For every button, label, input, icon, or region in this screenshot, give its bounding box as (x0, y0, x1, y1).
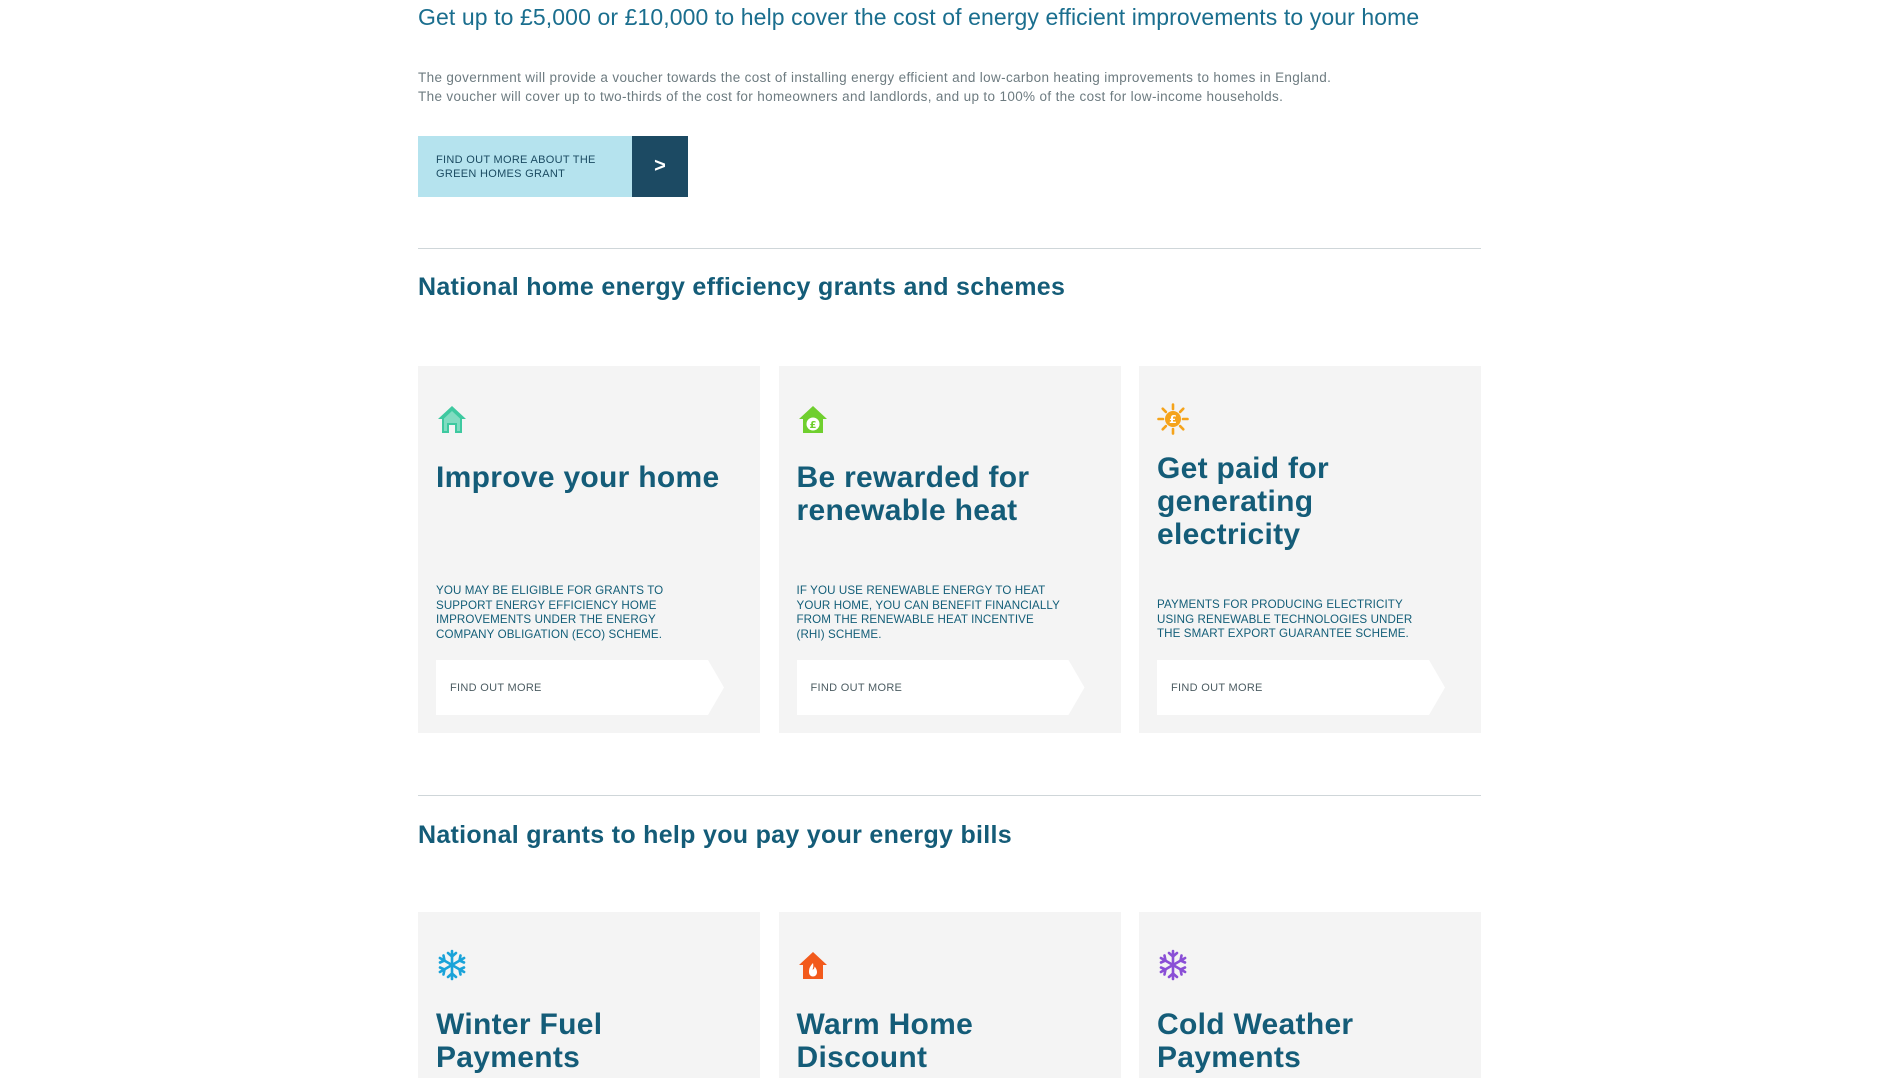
sun-pound-icon: £ (1157, 403, 1189, 435)
section-title-efficiency: National home energy efficiency grants a… (418, 273, 1066, 301)
find-out-more-button[interactable]: FIND OUT MORE (1157, 660, 1445, 715)
house-icon (436, 403, 468, 435)
snowflake-icon (1157, 949, 1189, 981)
intro-text: The government will provide a voucher to… (418, 68, 1481, 106)
card-winter-fuel: Winter Fuel Payments (418, 912, 760, 1078)
find-out-more-button[interactable]: FIND OUT MORE (796, 660, 1085, 715)
find-out-more-button[interactable]: FIND OUT MORE (436, 660, 724, 715)
card-title: Warm Home Discount (796, 1008, 974, 1074)
intro-text-line: The voucher will cover up to two-thirds … (418, 89, 1284, 104)
divider (418, 795, 1481, 796)
card-text: PAYMENTS FOR PRODUCING ELECTRICITY USING… (1157, 598, 1413, 640)
efficiency-cards: Improve your home YOU MAY BE ELIGIBLE FO… (418, 366, 1481, 733)
card-generating-electricity: £ Get paid for generating electricity PA… (1139, 366, 1481, 733)
card-title: Be rewarded for renewable heat (796, 461, 1030, 527)
card-title: Improve your home (436, 461, 720, 494)
bills-cards: Winter Fuel Payments Warm Home Discount (418, 912, 1481, 1078)
card-text: IF YOU USE RENEWABLE ENERGY TO HEAT YOUR… (796, 584, 1060, 641)
divider (418, 248, 1481, 249)
card-text: YOU MAY BE ELIGIBLE FOR GRANTS TO SUPPOR… (436, 584, 664, 641)
card-title: Get paid for generating electricity (1157, 452, 1329, 551)
card-cold-weather: Cold Weather Payments (1139, 912, 1481, 1078)
svg-text:£: £ (809, 420, 816, 431)
house-flame-icon (797, 949, 829, 981)
svg-text:£: £ (1169, 413, 1177, 426)
card-title: Winter Fuel Payments (436, 1008, 603, 1074)
chevron-right-icon: > (632, 136, 688, 197)
card-title: Cold Weather Payments (1157, 1008, 1354, 1074)
section-title-bills: National grants to help you pay your ene… (418, 821, 1012, 849)
snowflake-icon (436, 949, 468, 981)
green-homes-grant-button[interactable]: FIND OUT MORE ABOUT THE GREEN HOMES GRAN… (418, 136, 688, 197)
intro-title: Get up to £5,000 or £10,000 to help cove… (418, 4, 1420, 30)
cta-label: FIND OUT MORE ABOUT THE GREEN HOMES GRAN… (418, 136, 632, 197)
house-pound-icon: £ (797, 403, 829, 435)
intro-text-line: The government will provide a voucher to… (418, 70, 1332, 85)
card-renewable-heat: £ Be rewarded for renewable heat IF YOU … (778, 366, 1121, 733)
card-improve-home: Improve your home YOU MAY BE ELIGIBLE FO… (418, 366, 760, 733)
card-warm-home-discount: Warm Home Discount (778, 912, 1121, 1078)
